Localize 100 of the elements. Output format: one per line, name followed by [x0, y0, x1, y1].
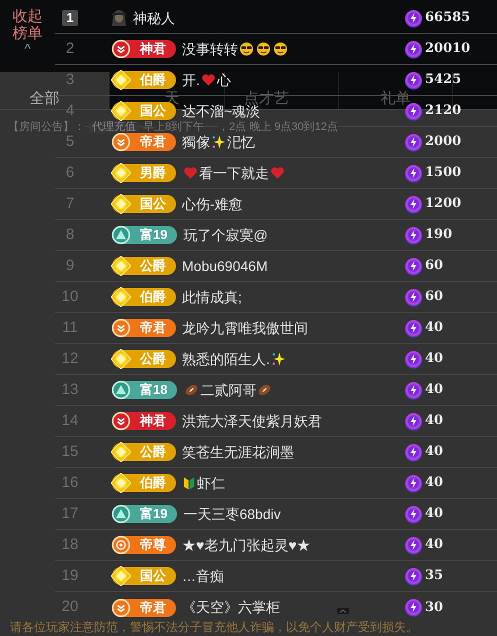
rank-number: 15 [62, 442, 78, 462]
user-name: 一天三枣68bdiv [183, 504, 281, 524]
rank-number: 16 [62, 472, 78, 493]
gift-value: 66585 [425, 9, 470, 28]
football-icon [184, 382, 200, 398]
rank-number: 2 [66, 38, 74, 59]
lightning-coin-icon [404, 536, 423, 554]
lightning-coin-icon [404, 598, 423, 617]
lightning-coin-icon [404, 442, 423, 462]
rank-title-badge: 国公 [112, 567, 176, 585]
rank-number: 8 [66, 224, 74, 245]
lightning-coin-icon [404, 194, 423, 214]
rank-title-badge: 帝君 [112, 133, 176, 151]
rank-number: 13 [62, 380, 78, 400]
rank-title-badge: 帝尊 [112, 536, 176, 554]
lightning-coin-icon [404, 40, 423, 58]
rank-number: 6 [66, 162, 74, 183]
lightning-coin-icon [404, 318, 423, 338]
sparkle-icon [211, 134, 226, 150]
heart-icon [270, 165, 285, 181]
rank-title-badge: 帝君 [112, 319, 176, 337]
gift-value: 190 [425, 226, 452, 244]
gift-value: 40 [425, 474, 444, 492]
leaf-mark-icon [183, 475, 196, 491]
user-name: 汜忆 [227, 132, 255, 152]
lightning-coin-icon [404, 132, 423, 152]
gift-value: 40 [425, 319, 444, 338]
tab[interactable]: 全部 [30, 91, 60, 106]
announcement-text: ，2点 晚上 9点30到12点 [218, 122, 338, 133]
gift-value: 20010 [425, 40, 470, 58]
gift-value: 40 [425, 505, 444, 524]
gift-value: 40 [425, 536, 444, 554]
user-name: 獨傢 [182, 132, 210, 152]
rank-number: 10 [62, 286, 78, 307]
rank-number: 7 [66, 194, 74, 214]
rank-title-badge: 公爵 [112, 443, 176, 461]
recharge-button[interactable]: 代理充值 [89, 122, 139, 133]
user-name: 熟悉的陌生人. [182, 350, 270, 368]
heart-icon [200, 72, 216, 88]
gift-value: 40 [425, 350, 444, 368]
rank-title-badge: 帝君 [112, 598, 176, 616]
football-icon [257, 382, 272, 398]
sunglasses-face-icon [239, 41, 254, 57]
gift-value: 40 [425, 443, 444, 462]
gift-value: 60 [425, 288, 444, 306]
rank-number: 12 [62, 348, 78, 369]
lightning-coin-icon [404, 8, 423, 28]
lightning-coin-icon [404, 164, 423, 182]
rank-title-badge: 公爵 [112, 257, 176, 275]
lightning-coin-icon [404, 474, 423, 492]
rank-number: 9 [66, 256, 74, 276]
lightning-coin-icon [404, 70, 423, 90]
gift-value: 40 [425, 381, 444, 400]
user-name: 洪荒大泽天使紫月妖君 [182, 412, 322, 430]
gift-value: 2120 [425, 102, 462, 120]
user-name: ★♥老九门张起灵♥★ [182, 536, 311, 554]
rank-title-badge: 伯爵 [112, 474, 176, 492]
rank-title-badge: 伯爵 [112, 288, 176, 306]
user-name: 心 [216, 70, 231, 90]
rank-title-badge: 富19 [112, 505, 178, 523]
user-name: 玩了个寂寞@ [183, 226, 268, 244]
rank-number: 11 [62, 318, 78, 338]
rank-title-badge: 富18 [112, 381, 178, 399]
rank-number: 14 [62, 410, 78, 431]
gift-value: 60 [425, 257, 444, 276]
lightning-coin-icon [404, 566, 423, 586]
sunglasses-face-icon [256, 41, 271, 57]
rank-title-badge: 国公 [112, 195, 176, 213]
lightning-coin-icon [404, 412, 423, 430]
rank-title-badge: 国公 [112, 102, 176, 120]
user-name: Mobu69046M [182, 256, 268, 276]
rank-title-badge: 神君 [112, 412, 176, 430]
user-name: 二贰阿哥 [200, 380, 256, 400]
user-name: 看一下就走 [199, 164, 269, 182]
user-name: 笑苍生无涯花涧墨 [182, 442, 294, 462]
gift-value: 1200 [425, 195, 462, 214]
user-name: 此情成真; [182, 288, 242, 306]
gift-value: 30 [425, 598, 444, 617]
announcement-text: 早上8到下午 [143, 122, 204, 133]
lightning-coin-icon [404, 288, 423, 306]
rank-title-badge: 富19 [112, 226, 178, 244]
user-name: …音痴 [182, 566, 224, 586]
lightning-coin-icon [404, 380, 423, 400]
user-name: 心伤-难愈 [182, 194, 243, 214]
lightning-coin-icon [404, 504, 423, 524]
gift-value: 5425 [425, 71, 462, 90]
notice-text: 请各位玩家注意防范，警惕不法分子冒充他人诈骗，以免个人财产受到损失。 [10, 621, 418, 633]
rank-number: 4 [66, 100, 74, 120]
rank-title-badge: 神君 [112, 40, 176, 58]
heart-icon [183, 165, 198, 181]
rank-number: 5 [66, 132, 74, 152]
user-name: 龙吟九霄唯我傲世间 [182, 318, 308, 338]
scroll-up-icon[interactable] [337, 608, 349, 614]
user-name: 开. [182, 70, 200, 90]
rank-number: 18 [62, 534, 78, 555]
rank-number: 17 [62, 504, 78, 524]
gift-value: 35 [425, 567, 444, 586]
rank-number: 20 [62, 597, 78, 618]
lightning-coin-icon [404, 350, 423, 368]
user-name: 神秘人 [133, 8, 175, 28]
